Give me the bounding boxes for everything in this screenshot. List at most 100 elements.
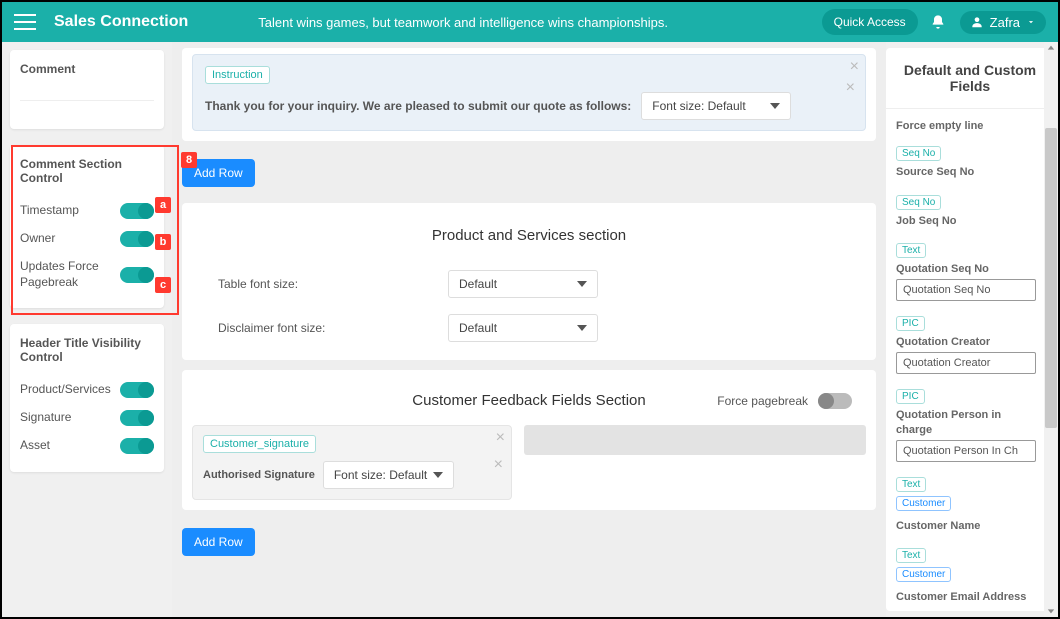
product-services-panel: Product and Services section Table font … xyxy=(182,203,876,360)
field-block[interactable]: Seq No Source Seq No xyxy=(896,143,1036,179)
annotation-b: b xyxy=(155,234,171,250)
instruction-tag: Instruction xyxy=(205,66,270,84)
signature-box: × Customer_signature Authorised Signatur… xyxy=(192,425,512,500)
user-menu[interactable]: Zafra xyxy=(960,11,1046,34)
close-icon[interactable]: × xyxy=(494,457,503,473)
csc-label-owner: Owner xyxy=(20,231,55,247)
feedback-header: Customer Feedback Fields Section Force p… xyxy=(192,392,866,409)
fields-card-title: Default and Custom Fields xyxy=(886,48,1054,109)
menu-icon[interactable] xyxy=(14,14,36,30)
disclaimer-font-label: Disclaimer font size: xyxy=(218,321,418,335)
csc-toggle-updates[interactable] xyxy=(120,267,154,283)
csc-title: Comment Section Control xyxy=(20,157,154,185)
field-block[interactable]: Text Customer Customer Email Address xyxy=(896,545,1036,604)
instruction-text: Thank you for your inquiry. We are pleas… xyxy=(205,99,631,113)
tagline: Talent wins games, but teamwork and inte… xyxy=(258,15,821,30)
user-name: Zafra xyxy=(990,15,1020,30)
close-icon[interactable]: × xyxy=(850,59,859,75)
htv-toggle-signature[interactable] xyxy=(120,410,154,426)
header-title-visibility-card: Header Title Visibility Control Product/… xyxy=(10,324,164,472)
field-block[interactable]: PICQuotation Person in charge xyxy=(896,386,1036,462)
csc-label-timestamp: Timestamp xyxy=(20,203,79,219)
page-scrollbar-thumb[interactable] xyxy=(1045,128,1057,428)
field-pretag: Customer xyxy=(896,567,951,582)
topbar: Sales Connection Talent wins games, but … xyxy=(2,2,1058,42)
field-label: Customer Name xyxy=(896,519,980,533)
annotation-a: a xyxy=(155,197,171,213)
auth-sig-label: Authorised Signature xyxy=(203,469,315,481)
disclaimer-font-row: Disclaimer font size: Default xyxy=(192,306,866,350)
htv-row-signature: Signature xyxy=(20,404,154,432)
fields-card: Default and Custom Fields Force empty li… xyxy=(886,48,1054,611)
field-input[interactable] xyxy=(896,352,1036,374)
scroll-up-icon[interactable] xyxy=(1045,42,1057,54)
feedback-title: Customer Feedback Fields Section xyxy=(412,392,645,409)
annotation-c: c xyxy=(155,277,171,293)
field-label: Job Seq No xyxy=(896,214,957,228)
comment-section-control-card: Comment Section Control Timestamp Owner … xyxy=(10,145,164,308)
force-pagebreak-label: Force pagebreak xyxy=(717,394,808,408)
htv-toggle-asset[interactable] xyxy=(120,438,154,454)
htv-row-products: Product/Services xyxy=(20,376,154,404)
instruction-box: × Instruction Thank you for your inquiry… xyxy=(192,54,866,131)
htv-label-asset: Asset xyxy=(20,438,50,454)
disclaimer-font-dropdown[interactable]: Default xyxy=(448,314,598,342)
field-tag: Seq No xyxy=(896,146,941,161)
fields-scroll: Force empty line Seq NoSource Seq NoSeq … xyxy=(886,109,1054,611)
scroll-down-icon[interactable] xyxy=(1045,605,1057,617)
field-tag: Text xyxy=(896,477,926,492)
ps-section-title: Product and Services section xyxy=(192,227,866,244)
field-tag: Text xyxy=(896,243,926,258)
comment-title: Comment xyxy=(20,62,154,76)
force-empty-line[interactable]: Force empty line xyxy=(896,119,1036,133)
right-sidebar: Default and Custom Fields Force empty li… xyxy=(886,42,1058,617)
field-block[interactable]: Text Quotation Seq No xyxy=(896,240,1036,301)
csc-label-updates: Updates Force Pagebreak xyxy=(20,259,106,290)
left-sidebar: Comment Comment Section Control Timestam… xyxy=(2,42,172,617)
field-block[interactable]: Seq NoJob Seq No xyxy=(896,192,1036,228)
quick-access-button[interactable]: Quick Access xyxy=(822,9,918,35)
field-tag: Text xyxy=(896,548,926,563)
feedback-panel: Customer Feedback Fields Section Force p… xyxy=(182,370,876,510)
field-label: Quotation Creator xyxy=(896,335,990,349)
table-font-row: Table font size: Default xyxy=(192,262,866,306)
field-pretag: Customer xyxy=(896,496,951,511)
instruction-panel: × Instruction Thank you for your inquiry… xyxy=(182,48,876,141)
add-row-button[interactable]: Add Row xyxy=(182,528,255,556)
chevron-down-icon xyxy=(1026,17,1036,27)
user-icon xyxy=(970,15,984,29)
htv-title: Header Title Visibility Control xyxy=(20,336,154,364)
field-label: Quotation Seq No xyxy=(896,262,989,276)
field-block[interactable]: Text Customer Customer Name xyxy=(896,474,1036,533)
csc-toggle-timestamp[interactable] xyxy=(120,203,154,219)
annotation-8: 8 xyxy=(181,152,197,168)
instruction-row: Thank you for your inquiry. We are pleas… xyxy=(205,92,853,120)
cust-sig-tag: Customer_signature xyxy=(203,435,316,453)
instruction-font-dropdown[interactable]: Font size: Default xyxy=(641,92,791,120)
signature-row-wrap: × Customer_signature Authorised Signatur… xyxy=(192,425,866,500)
table-font-dropdown[interactable]: Default xyxy=(448,270,598,298)
auth-sig-dropdown[interactable]: Font size: Default xyxy=(323,461,454,489)
csc-row-timestamp: Timestamp xyxy=(20,197,154,225)
signature-placeholder[interactable] xyxy=(524,425,866,455)
close-icon[interactable]: × xyxy=(846,80,855,96)
table-font-label: Table font size: xyxy=(218,277,418,291)
bell-icon[interactable] xyxy=(930,14,946,30)
main-content: × Instruction Thank you for your inquiry… xyxy=(172,42,886,617)
comment-card: Comment xyxy=(10,50,164,129)
field-tag: PIC xyxy=(896,316,925,331)
force-pagebreak-row: Force pagebreak xyxy=(717,393,852,409)
page-scrollbar xyxy=(1044,42,1058,617)
field-label: Customer Email Address xyxy=(896,590,1026,604)
htv-toggle-products[interactable] xyxy=(120,382,154,398)
field-label: Source Seq No xyxy=(896,165,974,179)
close-icon[interactable]: × xyxy=(496,430,505,446)
field-input[interactable] xyxy=(896,279,1036,301)
htv-label-signature: Signature xyxy=(20,410,71,426)
field-input[interactable] xyxy=(896,440,1036,462)
brand-title: Sales Connection xyxy=(54,13,188,31)
field-block[interactable]: PIC Quotation Creator xyxy=(896,313,1036,374)
csc-toggle-owner[interactable] xyxy=(120,231,154,247)
field-label: Quotation Person in charge xyxy=(896,408,1036,437)
force-pagebreak-toggle[interactable] xyxy=(818,393,852,409)
